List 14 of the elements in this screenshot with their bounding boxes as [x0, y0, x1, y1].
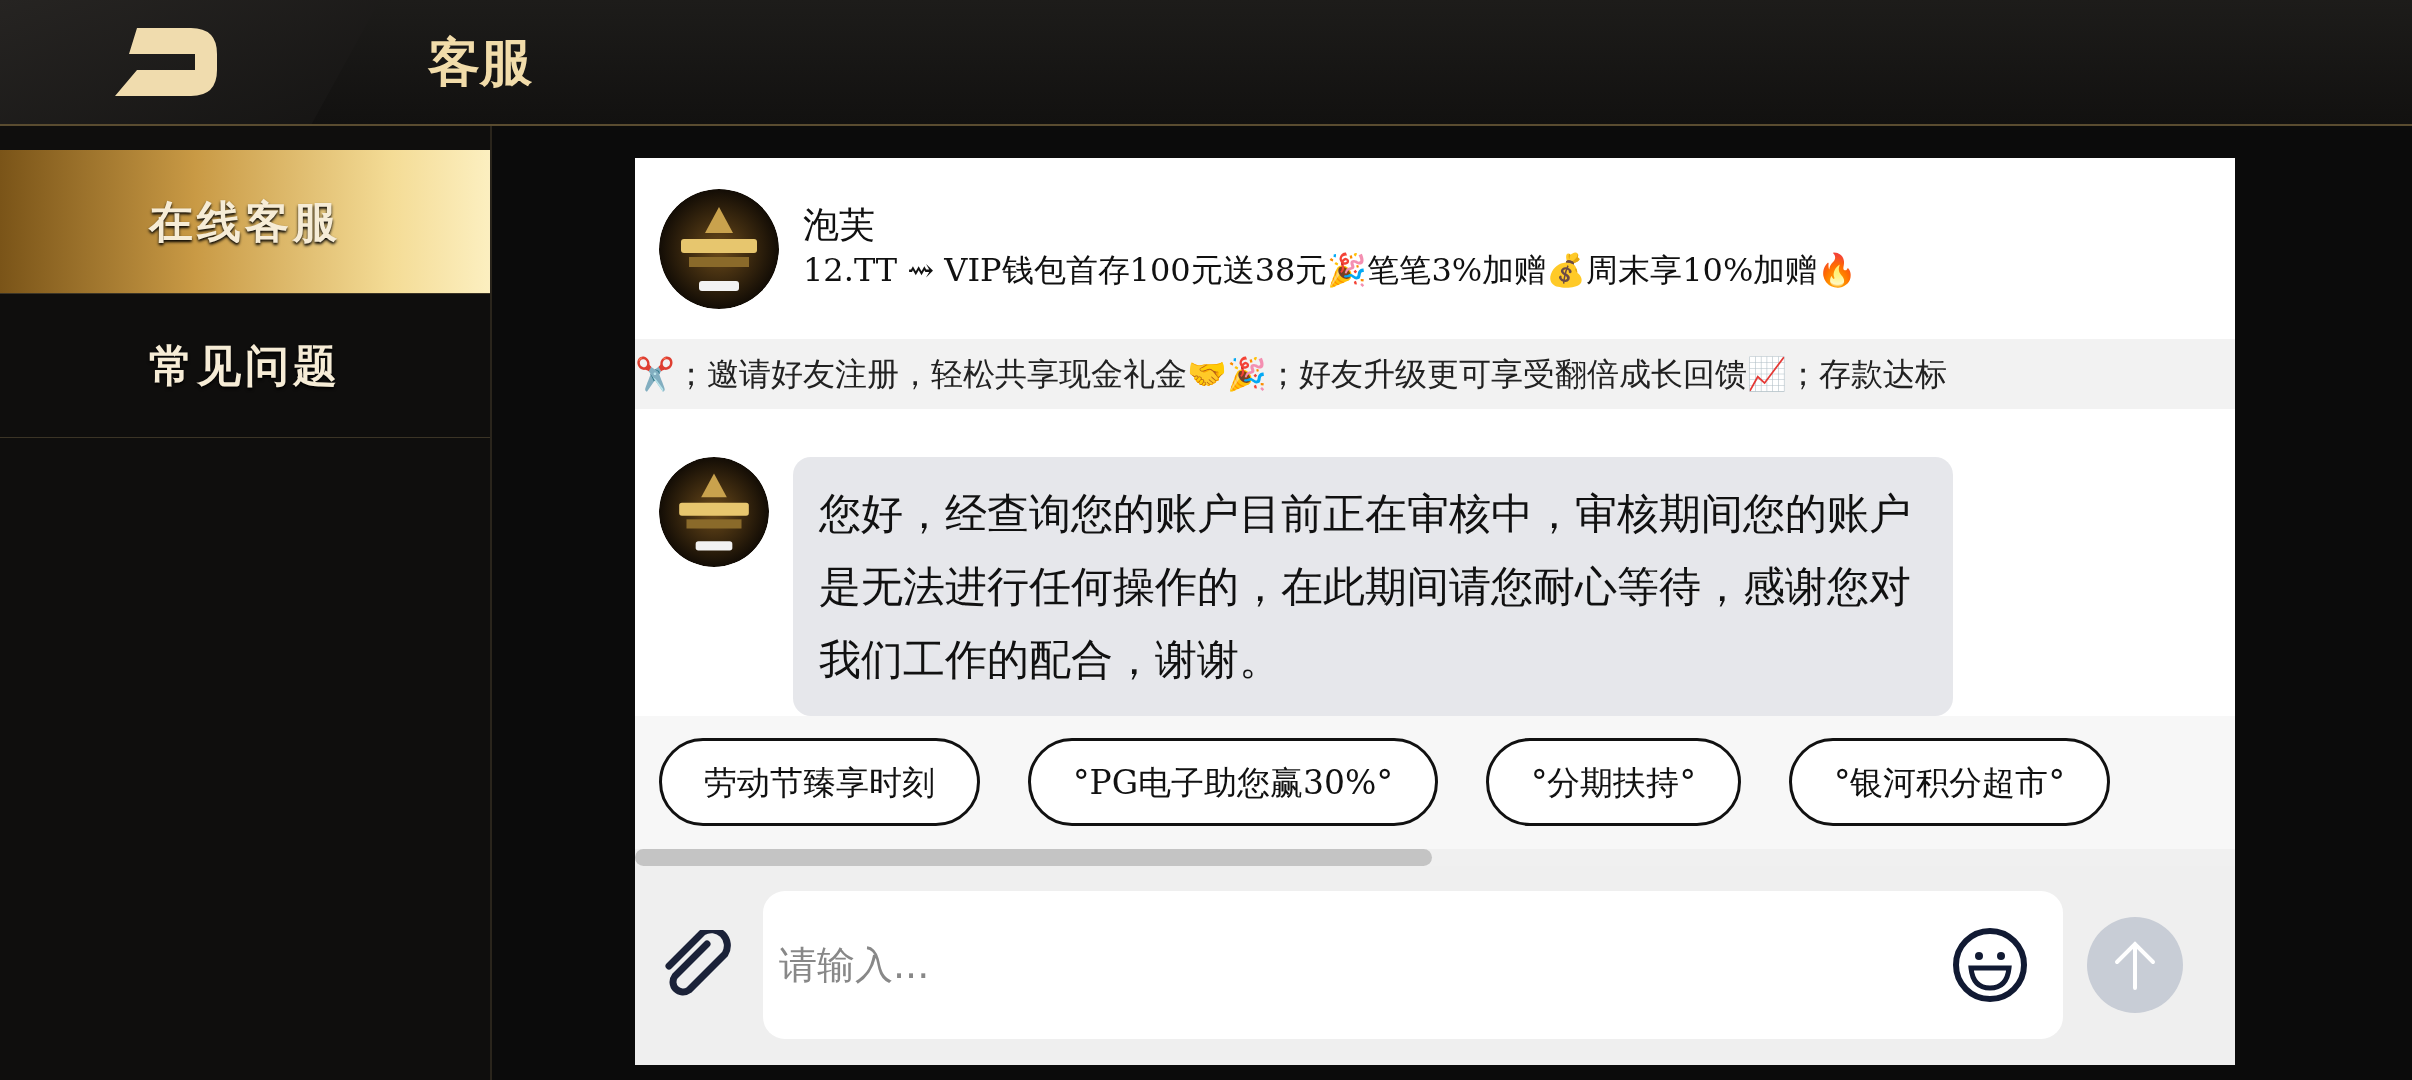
- quick-reply-button[interactable]: °银河积分超市°: [1788, 738, 2110, 827]
- quick-reply-button[interactable]: °分期扶持°: [1485, 738, 1741, 827]
- agent-name: 泡芙: [803, 203, 876, 247]
- page-title: 客服: [428, 31, 532, 94]
- agent-tagline: 12.TT ⇝ VIP钱包首存100元送38元🎉笔笔3%加赠💰周末享10%加赠🔥: [803, 250, 1858, 292]
- message-input[interactable]: 请输入...: [763, 891, 2063, 1040]
- back-icon[interactable]: [115, 28, 217, 96]
- sidebar-tab[interactable]: 常见问题: [0, 294, 490, 438]
- arrow-up-icon: [2113, 940, 2157, 991]
- emoji-icon[interactable]: [1951, 926, 2029, 1005]
- message-bubble: 您好，经查询您的账户目前正在审核中，审核期间您的账户是无法进行任何操作的，在此期间请您耐心等待，感谢您对我们工作的配合，谢谢。: [793, 457, 1953, 717]
- quick-reply-button[interactable]: °PG电子助您赢30%°: [1028, 738, 1438, 827]
- announcement-marquee: ✂；邀请好友注册，轻松共享现金礼金🤝🎉；好友升级更可享受翻倍成长回馈📈；存款达标: [635, 354, 1947, 396]
- quick-reply-button[interactable]: 劳动节臻享时刻: [659, 738, 980, 827]
